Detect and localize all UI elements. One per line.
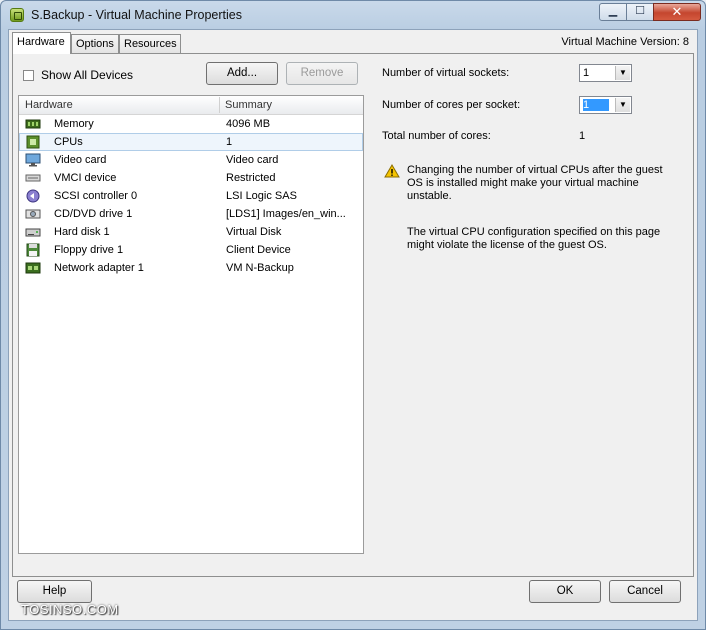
maximize-button[interactable]: ☐	[626, 3, 654, 21]
cores-per-socket-select[interactable]: 1 ▼	[579, 96, 632, 114]
tab-hardware[interactable]: Hardware	[12, 32, 71, 54]
vmci-icon	[25, 174, 41, 182]
column-hardware[interactable]: Hardware	[25, 99, 73, 111]
cores-per-socket-label: Number of cores per socket:	[382, 99, 521, 111]
vm-version-label: Virtual Machine Version: 8	[561, 36, 689, 48]
column-summary[interactable]: Summary	[225, 99, 272, 111]
row-summary: 4096 MB	[226, 118, 271, 130]
cores-per-socket-value: 1	[583, 99, 610, 111]
sockets-select[interactable]: 1 ▼	[579, 64, 632, 82]
row-name: Hard disk 1	[54, 226, 110, 238]
show-all-devices-checkbox[interactable]	[23, 69, 34, 81]
hardware-row-vmci[interactable]: VMCI device Restricted	[19, 169, 363, 187]
watermark: TOSINSO.COM	[21, 602, 119, 617]
show-all-devices-toggle[interactable]: Show All Devices	[23, 68, 133, 82]
cd-dvd-icon	[25, 209, 41, 219]
total-cores-value: 1	[579, 130, 586, 142]
hardware-row-cpus[interactable]: CPUs 1	[19, 133, 363, 151]
hardware-row-cd-dvd[interactable]: CD/DVD drive 1 [LDS1] Images/en_win...	[19, 205, 363, 223]
hardware-row-hard-disk[interactable]: Hard disk 1 Virtual Disk	[19, 223, 363, 241]
row-name: Memory	[54, 118, 94, 130]
row-summary: 1	[226, 136, 233, 148]
row-summary: Video card	[226, 154, 279, 166]
row-name: CD/DVD drive 1	[54, 208, 133, 220]
row-name: SCSI controller 0	[54, 190, 138, 202]
cpu-icon	[26, 135, 40, 149]
close-button[interactable]: ✕	[653, 3, 701, 21]
help-button[interactable]: Help	[17, 580, 92, 603]
row-summary: VM N-Backup	[226, 262, 294, 274]
license-warning: The virtual CPU configuration specified …	[407, 226, 661, 251]
title-bar[interactable]: S.Backup - Virtual Machine Properties ▁ …	[1, 1, 705, 29]
total-cores-label: Total number of cores:	[382, 130, 491, 142]
hardware-row-network-adapter[interactable]: Network adapter 1 VM N-Backup	[19, 259, 363, 277]
minimize-button[interactable]: ▁	[599, 3, 627, 21]
network-adapter-icon	[25, 262, 41, 274]
row-name: VMCI device	[54, 172, 117, 184]
row-name: Network adapter 1	[54, 262, 144, 274]
sockets-select-value: 1	[583, 67, 590, 79]
cancel-button[interactable]: Cancel	[609, 580, 681, 603]
tab-resources[interactable]: Resources	[119, 34, 181, 53]
hardware-row-floppy[interactable]: Floppy drive 1 Client Device	[19, 241, 363, 259]
hardware-row-scsi[interactable]: SCSI controller 0 LSI Logic SAS	[19, 187, 363, 205]
scsi-icon	[26, 189, 40, 203]
warning-icon	[384, 164, 400, 178]
hardware-tab-panel: Show All Devices Add... Remove Hardware …	[12, 53, 694, 577]
hardware-row-memory[interactable]: Memory 4096 MB	[19, 115, 363, 133]
hard-disk-icon	[25, 228, 41, 237]
ok-button[interactable]: OK	[529, 580, 601, 603]
chevron-down-icon[interactable]: ▼	[615, 98, 630, 112]
hardware-list-header: Hardware Summary	[19, 96, 363, 115]
sockets-label: Number of virtual sockets:	[382, 67, 510, 79]
hardware-list[interactable]: Hardware Summary Memory 4096 MB CPUs 1 V…	[18, 95, 364, 554]
window-title: S.Backup - Virtual Machine Properties	[31, 8, 242, 22]
row-summary: Client Device	[226, 244, 291, 256]
row-summary: Restricted	[226, 172, 276, 184]
cpu-change-warning: Changing the number of virtual CPUs afte…	[407, 164, 663, 202]
memory-icon	[25, 119, 41, 129]
vm-properties-window: S.Backup - Virtual Machine Properties ▁ …	[0, 0, 706, 630]
show-all-devices-label: Show All Devices	[41, 68, 134, 82]
vsphere-app-icon	[10, 8, 24, 22]
row-name: Video card	[54, 154, 107, 166]
row-name: Floppy drive 1	[54, 244, 124, 256]
add-button[interactable]: Add...	[206, 62, 278, 85]
monitor-icon	[25, 153, 41, 167]
row-summary: LSI Logic SAS	[226, 190, 297, 202]
floppy-icon	[26, 243, 40, 257]
dialog-client: Hardware Options Resources Virtual Machi…	[8, 29, 698, 621]
chevron-down-icon[interactable]: ▼	[615, 66, 630, 80]
row-name: CPUs	[54, 136, 83, 148]
row-summary: [LDS1] Images/en_win...	[226, 208, 346, 220]
column-divider[interactable]	[219, 97, 220, 113]
row-summary: Virtual Disk	[226, 226, 282, 238]
hardware-row-video-card[interactable]: Video card Video card	[19, 151, 363, 169]
remove-button[interactable]: Remove	[286, 62, 358, 85]
tab-options[interactable]: Options	[71, 34, 119, 53]
